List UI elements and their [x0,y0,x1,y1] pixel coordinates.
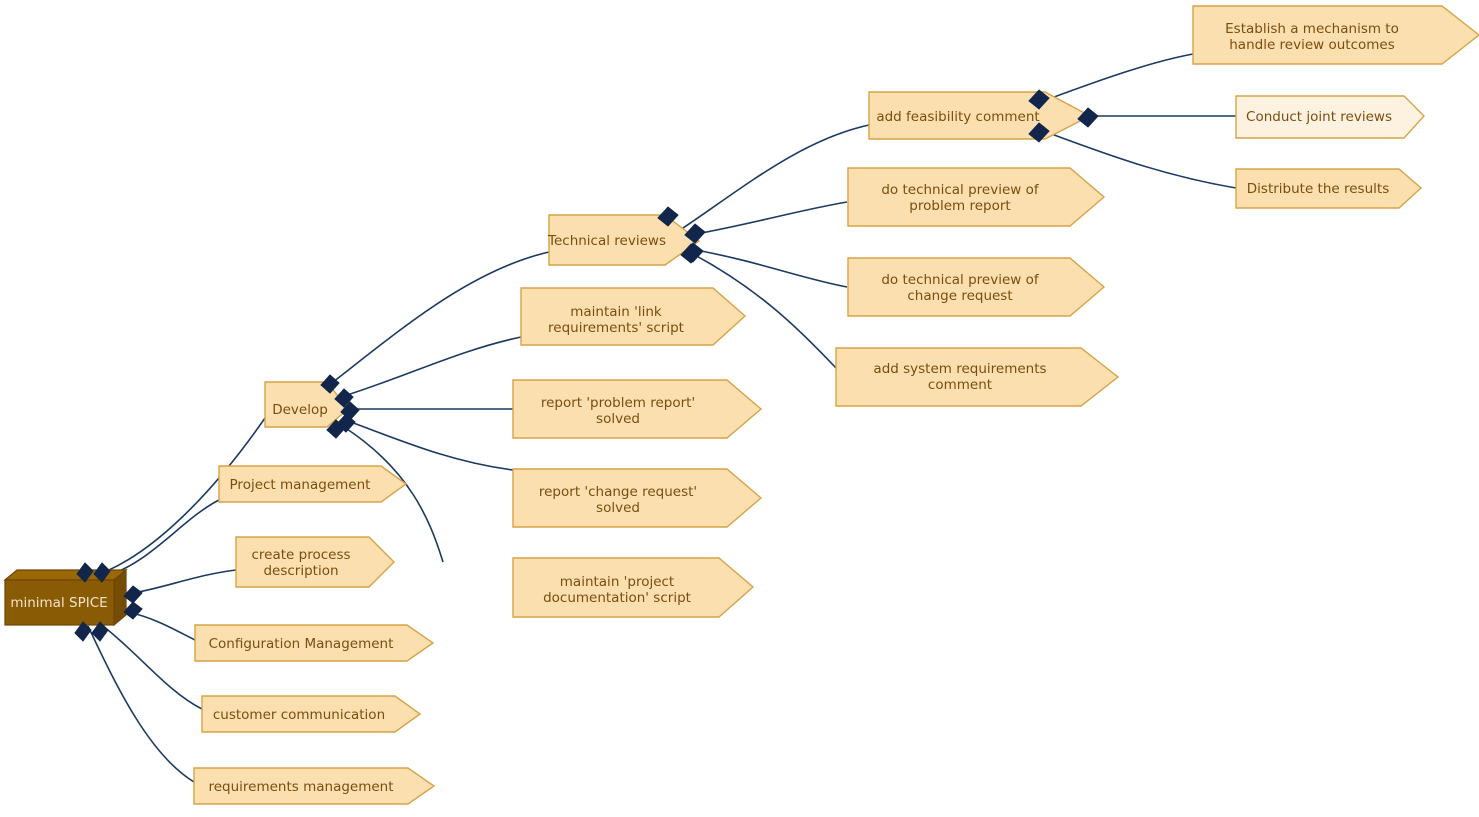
wbs-diagram: minimal SPICE Develop Project management… [0,0,1479,817]
edge-technical-reviews-preview-problem [695,201,848,235]
node-minimal-spice[interactable]: minimal SPICE [3,568,128,627]
edge-develop-report-change [347,420,514,471]
node-add-system-requirements-comment[interactable]: add system requirements comment [835,347,1120,407]
node-shape-report-problem-report-solved [512,379,763,439]
edge-develop-maintain-link [343,336,522,397]
edge-technical-reviews-add-feasibility [682,124,870,229]
root-box-side [113,568,127,627]
node-shape-maintain-link-requirements [520,287,747,346]
edge-root-customer-communication [102,625,203,710]
node-maintain-link-requirements[interactable]: maintain 'link requirements' script [520,287,747,346]
node-establish-mechanism[interactable]: Establish a mechanism to handle review o… [1192,5,1479,65]
node-shape-do-technical-preview-problem-report [847,167,1106,227]
connector-diamond-root-create-process [123,585,143,604]
node-shape-add-system-requirements-comment [835,347,1120,407]
node-shape-customer-communication [201,695,422,733]
edge-feasibility-establish-mechanism [1045,53,1194,101]
node-shape-conduct-joint-reviews [1235,95,1425,139]
node-project-management[interactable]: Project management [218,465,408,503]
edge-root-create-process [127,569,237,595]
node-configuration-management[interactable]: Configuration Management [194,624,435,662]
node-report-change-request-solved[interactable]: report 'change request' solved [512,468,763,528]
node-shape-maintain-project-documentation [512,557,755,618]
node-requirements-management[interactable]: requirements management [193,767,436,805]
node-add-feasibility-comment[interactable]: add feasibility comment [868,91,1092,140]
node-shape-report-change-request-solved [512,468,763,528]
root-box-face [4,579,115,626]
node-technical-reviews[interactable]: Technical reviews [547,214,701,266]
node-shape-project-management [218,465,408,503]
node-shape-add-feasibility-comment [868,91,1092,140]
edge-root-requirements-management [87,625,195,783]
edge-root-configuration-management [127,611,196,641]
diagram-canvas: minimal SPICE Develop Project management… [3,5,1479,805]
node-conduct-joint-reviews[interactable]: Conduct joint reviews [1235,95,1425,139]
node-shape-distribute-results [1235,168,1423,209]
connector-diamond-root-configuration-management [123,601,143,620]
node-shape-requirements-management [193,767,436,805]
node-do-technical-preview-change-request[interactable]: do technical preview of change request [847,257,1106,317]
node-shape-do-technical-preview-change-request [847,257,1106,317]
node-maintain-project-documentation[interactable]: maintain 'project documentation' script [512,557,755,618]
node-customer-communication[interactable]: customer communication [201,695,422,733]
node-distribute-results[interactable]: Distribute the results [1235,168,1423,209]
node-shape-technical-reviews [548,214,701,266]
node-shape-create-process-description [235,536,395,588]
node-shape-configuration-management [194,624,435,662]
node-do-technical-preview-problem-report[interactable]: do technical preview of problem report [847,167,1106,227]
edge-develop-technical-reviews [332,251,550,383]
node-shape-establish-mechanism [1192,5,1479,65]
node-report-problem-report-solved[interactable]: report 'problem report' solved [512,379,763,439]
node-create-process-description[interactable]: create process description [235,536,395,588]
